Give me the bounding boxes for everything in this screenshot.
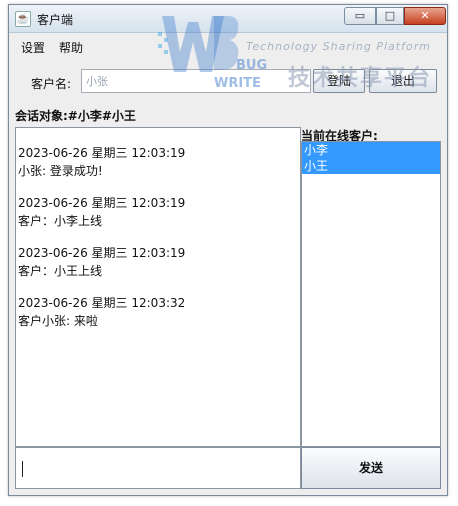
message-input[interactable] [15,447,301,489]
title-bar[interactable]: ☕ 客户端 ▭ □ ✕ [9,5,447,33]
close-button[interactable]: ✕ [404,7,446,25]
message-text: 客户：小王上线 [18,264,103,278]
message-text: 客户：小李上线 [18,214,103,228]
send-button[interactable]: 发送 [301,447,441,489]
menu-help[interactable]: 帮助 [59,39,83,56]
message-text: 客户小张: 来啦 [18,314,98,328]
client-name-input[interactable] [81,69,311,93]
session-target-label: 会话对象:#小李#小王 [15,109,136,123]
maximize-button[interactable]: □ [376,7,404,25]
message-time: 2023-06-26 星期三 12:03:19 [18,196,186,210]
window-title: 客户端 [37,13,74,27]
menu-bar: 设置 帮助 [9,33,447,57]
online-client-item[interactable]: 小王 [302,158,440,174]
online-client-item[interactable]: 小李 [302,142,440,158]
chat-message: 2023-06-26 星期三 12:03:19 客户：小李上线 [16,194,300,230]
message-time: 2023-06-26 星期三 12:03:32 [18,296,186,310]
message-time: 2023-06-26 星期三 12:03:19 [18,146,186,160]
chat-history[interactable]: 2023-06-26 星期三 12:03:19 小张: 登录成功! 2023-0… [15,127,301,447]
exit-button[interactable]: 退出 [369,69,437,93]
client-window: ☕ 客户端 ▭ □ ✕ 设置 帮助 客户名: 登陆 退出 会话对象:#小李#小王… [8,4,448,496]
menu-settings[interactable]: 设置 [21,39,45,56]
message-text: 小张: 登录成功! [18,164,103,178]
client-name-label: 客户名: [31,77,72,91]
minimize-button[interactable]: ▭ [344,7,376,25]
chat-message: 2023-06-26 星期三 12:03:19 小张: 登录成功! [16,144,300,180]
login-button[interactable]: 登陆 [313,69,365,93]
text-caret [22,461,23,477]
chat-message: 2023-06-26 星期三 12:03:19 客户：小王上线 [16,244,300,280]
chat-message: 2023-06-26 星期三 12:03:32 客户小张: 来啦 [16,294,300,330]
online-client-list[interactable]: 小李 小王 [301,141,441,447]
message-time: 2023-06-26 星期三 12:03:19 [18,246,186,260]
java-app-icon: ☕ [15,11,31,27]
